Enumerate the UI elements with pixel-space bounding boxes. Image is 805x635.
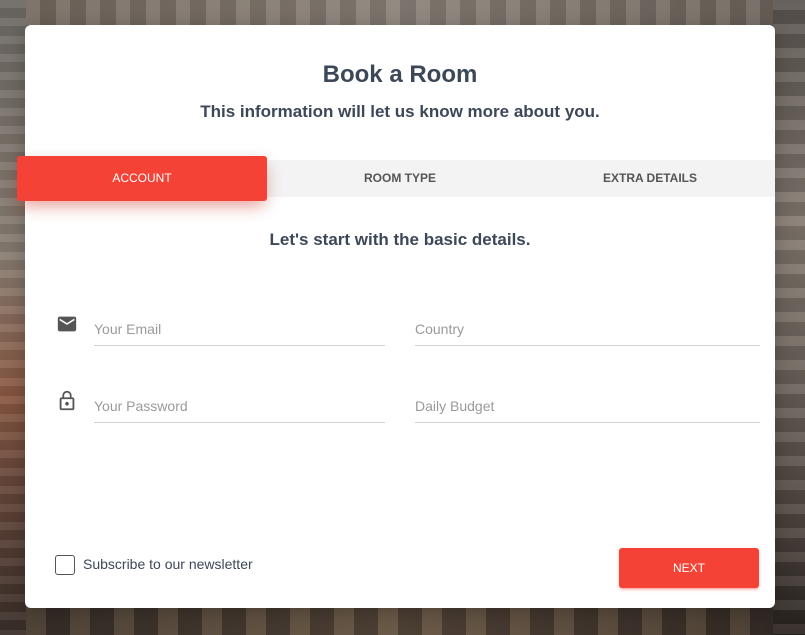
- tab-room-type[interactable]: ROOM TYPE: [275, 160, 525, 197]
- budget-field-wrapper: [415, 392, 760, 423]
- step-heading: Let's start with the basic details.: [269, 230, 531, 249]
- lock-icon: [56, 390, 78, 412]
- country-field[interactable]: [415, 315, 760, 343]
- booking-wizard-card: Book a Room This information will let us…: [17, 25, 775, 608]
- background-photo-bottom: [26, 608, 773, 635]
- newsletter-checkbox[interactable]: [55, 555, 75, 575]
- tab-extra-details[interactable]: EXTRA DETAILS: [525, 160, 775, 197]
- background-photo-left: [0, 0, 26, 635]
- country-field-wrapper: [415, 315, 760, 346]
- password-field-wrapper: [94, 392, 385, 423]
- card-title: Book a Room: [322, 61, 478, 88]
- tab-account[interactable]: ACCOUNT: [17, 156, 267, 201]
- next-button[interactable]: NEXT: [619, 548, 759, 588]
- email-field-wrapper: [94, 315, 385, 346]
- daily-budget-field[interactable]: [415, 392, 760, 420]
- email-field[interactable]: [94, 315, 385, 343]
- background-photo-top: [26, 0, 773, 25]
- mail-icon: [56, 313, 78, 335]
- password-field[interactable]: [94, 392, 385, 420]
- newsletter-label[interactable]: Subscribe to our newsletter: [83, 556, 253, 572]
- background-photo-right: [773, 0, 805, 635]
- card-subtitle: This information will let us know more a…: [200, 102, 600, 121]
